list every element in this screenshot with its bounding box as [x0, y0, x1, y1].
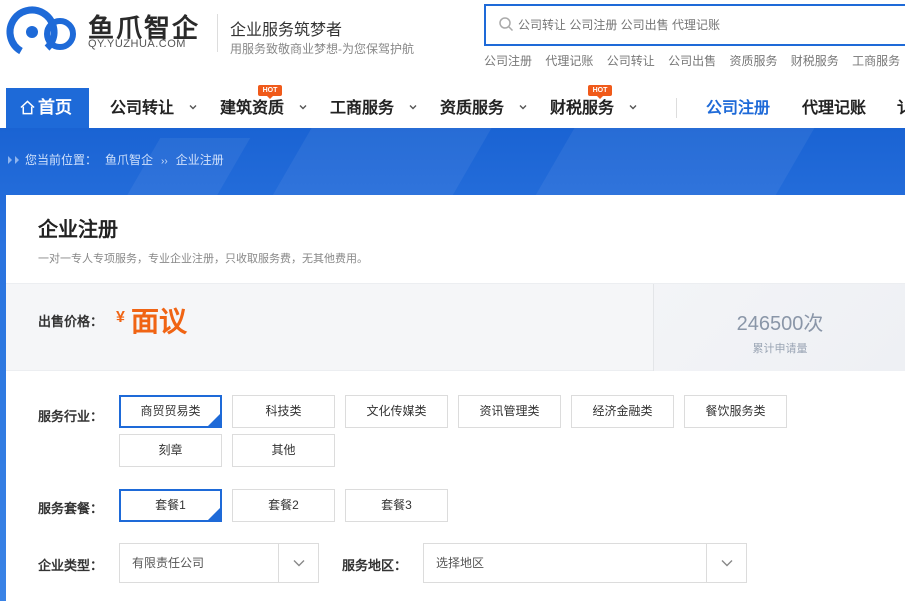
package-label: 服务套餐：	[38, 501, 104, 516]
nav-item-label: 公司转让	[110, 100, 175, 117]
yuzhua-logo-icon[interactable]	[4, 4, 84, 60]
price-currency: ¥	[116, 309, 125, 326]
company-type-label: 企业类型：	[38, 558, 104, 573]
apply-count-label: 累计申请量	[752, 343, 808, 355]
nav-item-bookkeeping[interactable]: 代理记账	[802, 88, 866, 128]
chevron-down-icon	[293, 560, 305, 567]
nav-item-label: 资质服务	[440, 100, 505, 117]
industry-option-seal[interactable]: 刻章	[119, 434, 222, 467]
breadcrumb-item-current: 企业注册	[175, 153, 224, 167]
home-icon	[20, 100, 35, 115]
chevron-down-icon	[629, 105, 637, 110]
page-subtitle: 一对一专人专项服务，专业企业注册，只收取服务费，无其他费用。	[38, 253, 368, 265]
nav-item-qualification-service[interactable]: 资质服务	[440, 88, 528, 128]
nav-item-tax-service[interactable]: HOT 财税服务	[550, 85, 638, 128]
package-option-2[interactable]: 套餐2	[232, 489, 335, 522]
chevron-down-icon	[189, 105, 197, 110]
hot-link[interactable]: 资质服务	[729, 54, 777, 68]
breadcrumb-item-home[interactable]: 鱼爪智企	[105, 153, 153, 167]
brand-domain: QY.YUZHUA.COM	[88, 38, 186, 50]
region-dropdown-toggle[interactable]	[706, 544, 746, 582]
apply-count: 246500次	[736, 313, 824, 335]
industry-option-consulting[interactable]: 资讯管理类	[458, 395, 561, 428]
region-select[interactable]: 选择地区	[423, 543, 747, 583]
chevron-down-icon	[519, 105, 527, 110]
industry-option-trade[interactable]: 商贸贸易类	[119, 395, 222, 428]
nav-home-label: 首页	[38, 98, 72, 117]
service-card: 企业注册 一对一专人专项服务，专业企业注册，只收取服务费，无其他费用。 出售价格…	[6, 195, 905, 601]
region-label: 服务地区：	[342, 558, 408, 573]
chevron-down-icon	[721, 560, 733, 567]
nav-item-business-service[interactable]: 工商服务	[330, 88, 418, 128]
nav-item-label: 工商服务	[330, 100, 395, 117]
site-header: 鱼爪智企 QY.YUZHUA.COM 企业服务筑梦者 用服务致敬商业梦想-为您保…	[0, 0, 905, 88]
region-value: 选择地区	[436, 556, 485, 570]
double-chevron-icon	[8, 156, 19, 164]
industry-option-finance[interactable]: 经济金融类	[571, 395, 674, 428]
hot-link[interactable]: 公司转让	[607, 54, 655, 68]
industry-option-catering[interactable]: 餐饮服务类	[684, 395, 787, 428]
company-type-dropdown-toggle[interactable]	[278, 544, 318, 582]
hot-link[interactable]: 代理记账	[545, 54, 593, 68]
search-input[interactable]	[518, 6, 898, 44]
brand-divider	[217, 14, 218, 52]
breadcrumb-prefix: 您当前位置：	[25, 153, 98, 167]
page-title: 企业注册	[38, 219, 118, 241]
price-value: 面议	[131, 306, 188, 337]
industry-option-media[interactable]: 文化传媒类	[345, 395, 448, 428]
company-type-select[interactable]: 有限责任公司	[119, 543, 319, 583]
search-icon[interactable]	[498, 16, 514, 32]
industry-option-tech[interactable]: 科技类	[232, 395, 335, 428]
slogan: 企业服务筑梦者	[230, 22, 343, 39]
price-label: 出售价格：	[38, 314, 104, 329]
hot-badge: HOT	[588, 85, 612, 99]
company-type-value: 有限责任公司	[132, 556, 205, 570]
search-hot-links: 公司注册 代理记账 公司转让 公司出售 资质服务 财税服务 工商服务	[484, 52, 905, 69]
nav-item-company-transfer[interactable]: 公司转让	[110, 88, 198, 128]
main-nav: 首页 公司转让 HOT 建筑资质 工商服务 资质服务 HOT 财税服务 公司注册…	[0, 85, 905, 128]
industry-label: 服务行业：	[38, 409, 104, 424]
nav-item-label: 财税服务	[550, 100, 615, 117]
hot-link[interactable]: 财税服务	[791, 54, 839, 68]
apply-count-panel: 246500次 累计申请量	[653, 284, 905, 371]
chevron-down-icon	[409, 105, 417, 110]
price-panel: 出售价格： ¥ 面议 246500次 累计申请量	[6, 283, 905, 371]
search-box[interactable]	[484, 4, 905, 46]
nav-item-company-registration[interactable]: 公司注册	[706, 88, 770, 128]
nav-item-construction-qualification[interactable]: HOT 建筑资质	[220, 85, 308, 128]
nav-divider	[676, 98, 677, 118]
chevron-down-icon	[299, 105, 307, 110]
package-option-1[interactable]: 套餐1	[119, 489, 222, 522]
hot-link[interactable]: 公司出售	[668, 54, 716, 68]
industry-option-other[interactable]: 其他	[232, 434, 335, 467]
package-option-3[interactable]: 套餐3	[345, 489, 448, 522]
nav-home[interactable]: 首页	[6, 88, 89, 128]
breadcrumb-separator: ››	[161, 156, 168, 167]
slogan-sub: 用服务致敬商业梦想-为您保驾护航	[230, 42, 414, 56]
hot-badge: HOT	[258, 85, 282, 99]
nav-item-label: 建筑资质	[220, 100, 285, 117]
breadcrumb: 您当前位置： 鱼爪智企 ›› 企业注册	[6, 151, 232, 168]
hot-link[interactable]: 公司注册	[484, 54, 532, 68]
hot-link[interactable]: 工商服务	[852, 54, 900, 68]
nav-item-truncated[interactable]: 讠	[897, 88, 905, 128]
